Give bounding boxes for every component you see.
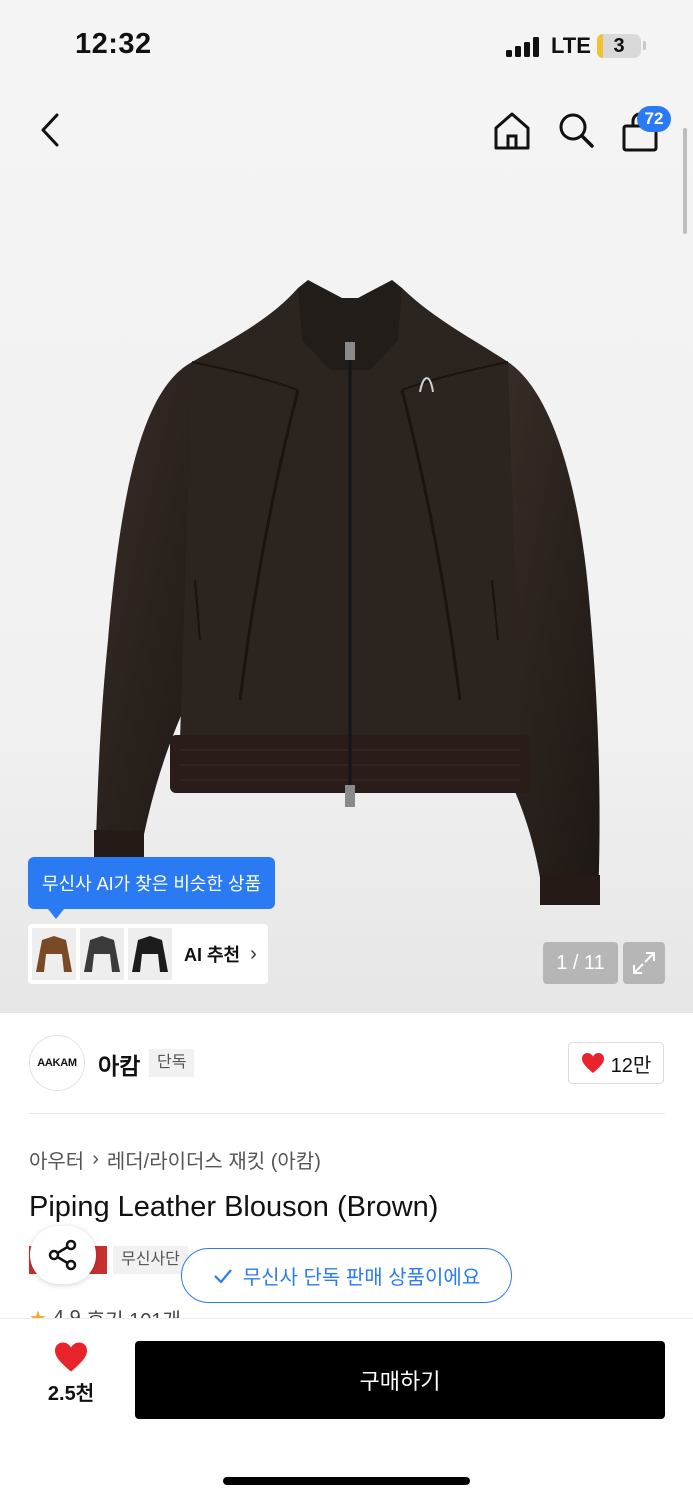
ai-similar-tooltip[interactable]: 무신사 AI가 찾은 비슷한 상품 (28, 857, 276, 919)
battery-level: 3 (613, 35, 625, 57)
chevron-right-icon: › (92, 1148, 99, 1170)
share-icon (48, 1239, 77, 1271)
top-navigation (0, 95, 693, 165)
exclusive-notice: 무신사 단독 판매 상품이에요 (181, 1248, 512, 1303)
status-bar: 12:32 LTE 3 (0, 0, 693, 90)
recommend-thumb-gray-jacket[interactable] (80, 928, 124, 980)
chevron-right-icon: › (250, 942, 257, 965)
share-button[interactable] (30, 1226, 96, 1284)
battery-nub (643, 41, 646, 50)
recommend-thumb-brown-jacket[interactable] (32, 928, 76, 980)
breadcrumb-subcategory[interactable]: 레더/라이더스 재킷 (아캄) (107, 1145, 321, 1174)
breadcrumb-category[interactable]: 아우터 (29, 1145, 84, 1174)
brand-name[interactable]: 아캄 (98, 1047, 140, 1081)
brand-like-button[interactable]: 12만 (568, 1042, 664, 1084)
cart-count-badge: 72 (637, 106, 671, 132)
musinsa-badge: 무신사단 (113, 1246, 188, 1274)
recommend-thumb-black-jacket[interactable] (128, 928, 172, 980)
home-indicator[interactable] (223, 1477, 470, 1485)
exclusive-notice-text: 무신사 단독 판매 상품이에요 (242, 1267, 481, 1289)
ai-recommend-label: AI 추천 (184, 945, 241, 965)
product-jacket-image (94, 280, 600, 905)
ai-tooltip-text: 무신사 AI가 찾은 비슷한 상품 (42, 874, 262, 894)
image-counter: 1 / 11 (543, 942, 618, 984)
product-title: Piping Leather Blouson (Brown) (29, 1191, 439, 1223)
bottom-action-bar: 2.5천 구매하기 (0, 1318, 693, 1500)
section-divider (29, 1113, 665, 1114)
brand-logo-text: AAKAM (37, 1057, 77, 1069)
check-icon (213, 1268, 232, 1284)
back-arrow-icon[interactable] (30, 107, 70, 153)
search-icon[interactable] (554, 107, 598, 153)
product-like-button[interactable]: 2.5천 (28, 1341, 114, 1413)
heart-icon (581, 1053, 604, 1073)
heart-icon (55, 1342, 87, 1372)
expand-icon[interactable] (623, 942, 665, 984)
breadcrumb: 아우터 › 레더/라이더스 재킷 (아캄) (29, 1145, 321, 1174)
product-like-count: 2.5천 (47, 1383, 95, 1405)
buy-button[interactable]: 구매하기 (135, 1341, 665, 1419)
page-scrollbar[interactable] (683, 128, 687, 234)
brand-like-count: 12만 (610, 1054, 652, 1077)
signal-icon (506, 37, 542, 57)
status-time: 12:32 (75, 28, 152, 60)
brand-exclusive-tag: 단독 (149, 1049, 195, 1077)
battery-icon: 3 (597, 34, 641, 58)
ai-recommend-card[interactable]: AI 추천 › (28, 924, 268, 984)
home-icon[interactable] (490, 107, 534, 153)
brand-logo[interactable]: AAKAM (29, 1035, 85, 1091)
network-label: LTE (551, 33, 591, 58)
